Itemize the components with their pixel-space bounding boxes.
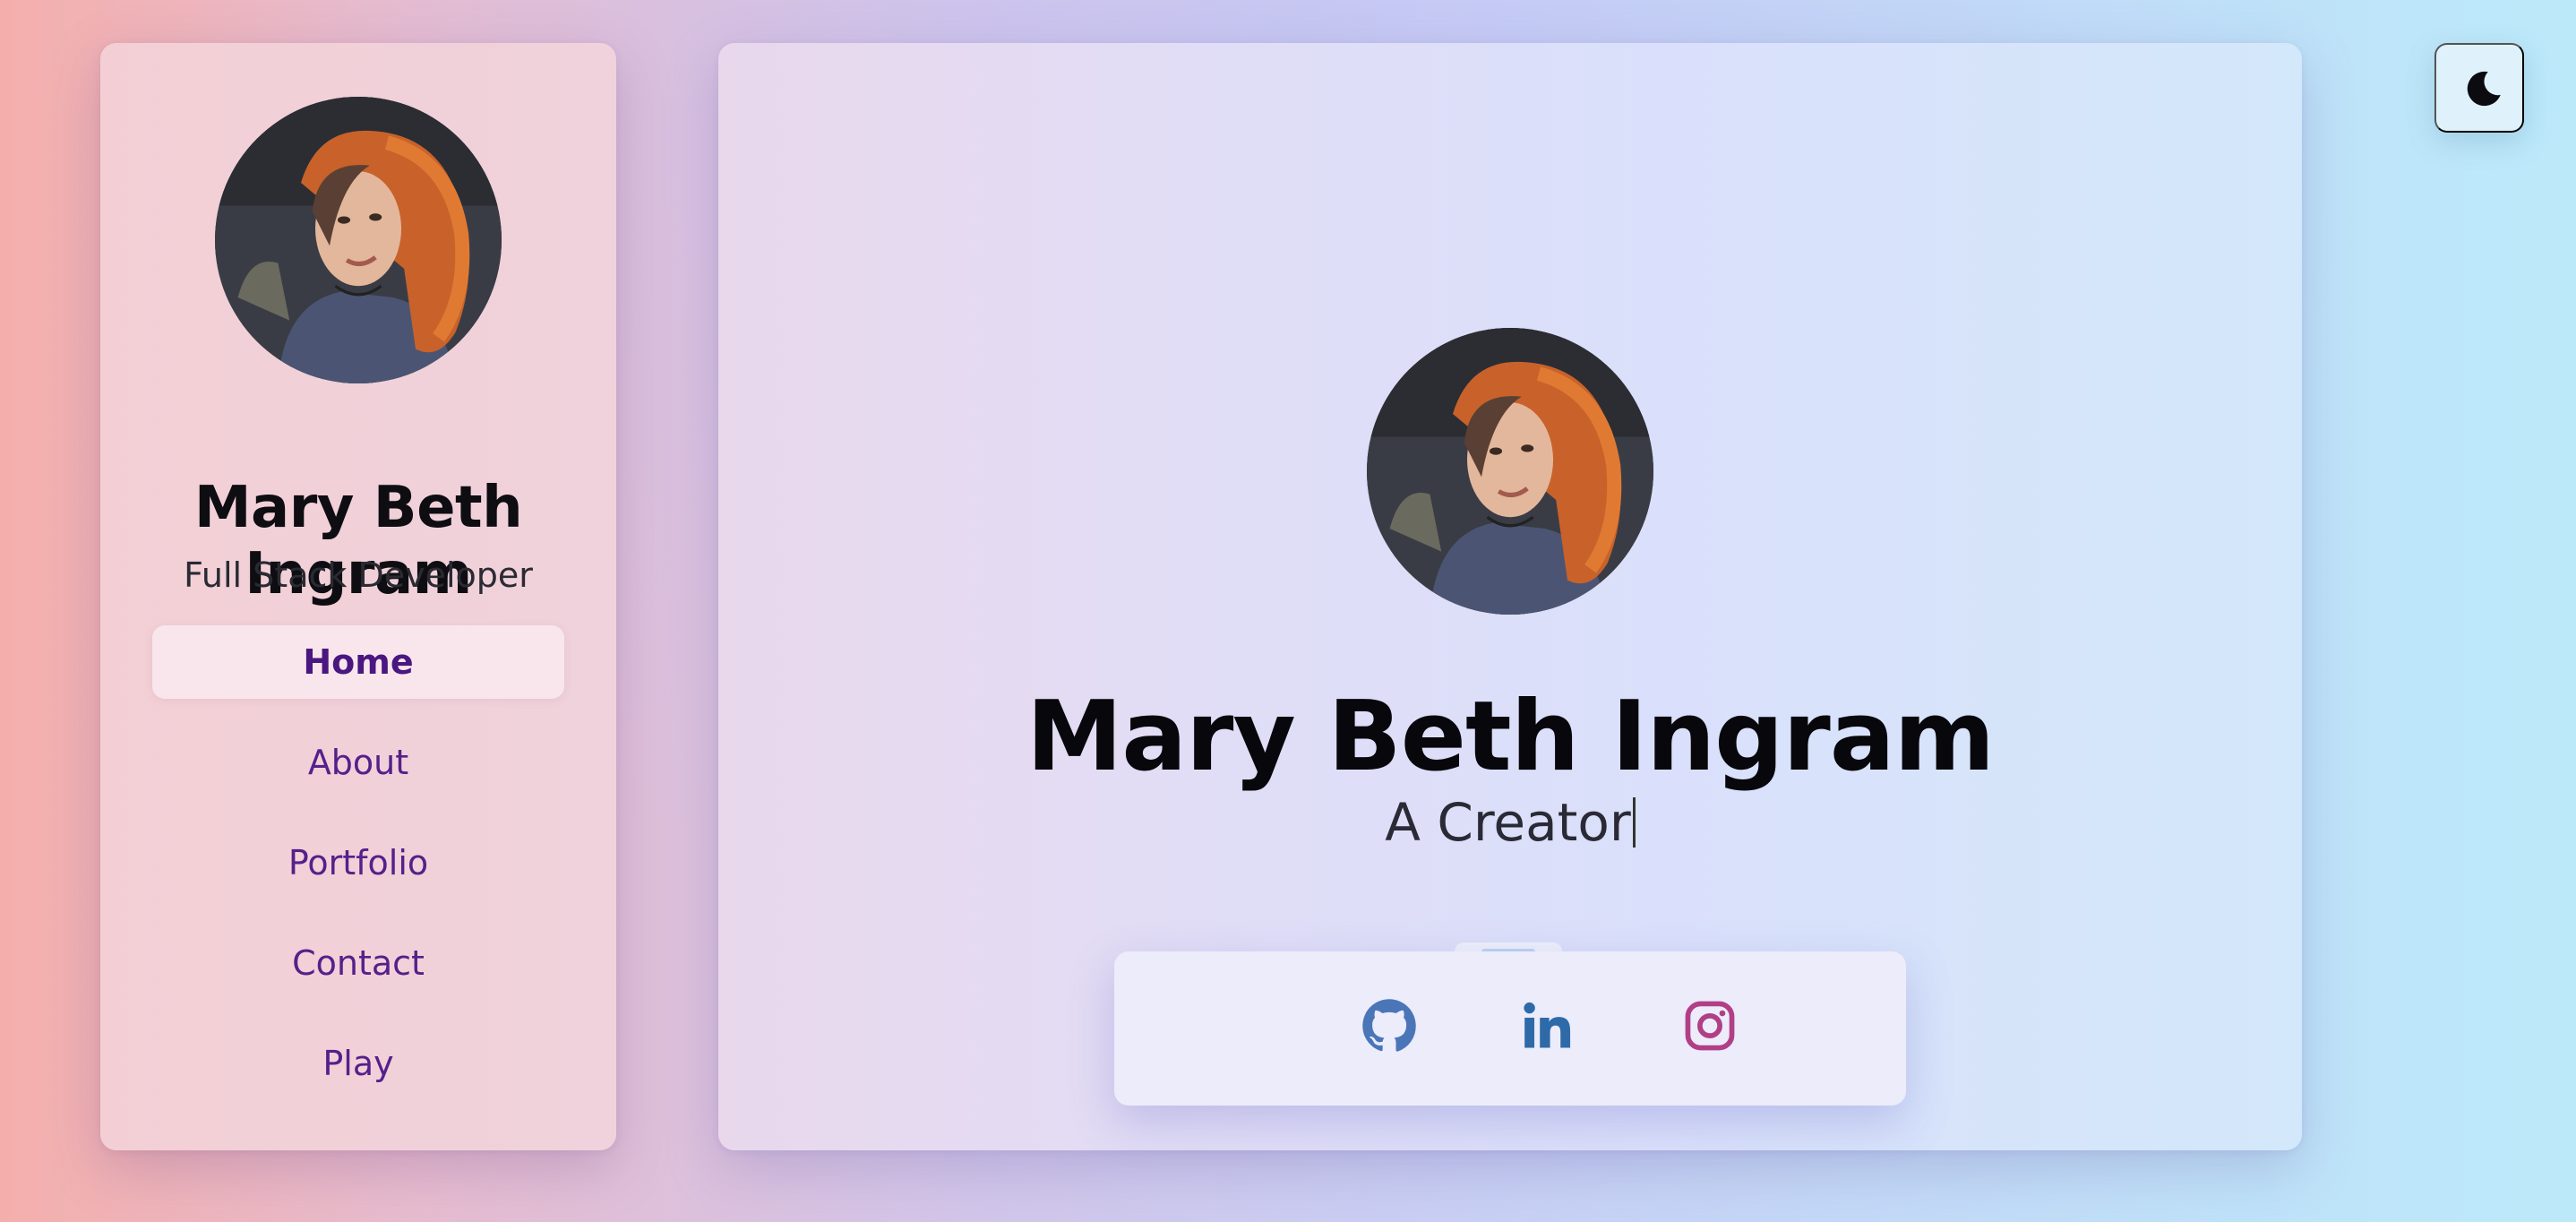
sidebar-avatar bbox=[215, 97, 502, 383]
sidebar-nav: Home About Portfolio Contact Play bbox=[152, 625, 564, 1127]
typing-cursor bbox=[1632, 797, 1636, 848]
github-icon[interactable] bbox=[1361, 998, 1417, 1054]
nav-item-play[interactable]: Play bbox=[152, 1027, 564, 1100]
typed-text: A Creator bbox=[1385, 792, 1631, 853]
hero-tagline: A Creator bbox=[718, 792, 2302, 853]
nav-item-home[interactable]: Home bbox=[152, 625, 564, 699]
linkedin-icon[interactable] bbox=[1520, 998, 1576, 1054]
sidebar-role: Full Stack Developer bbox=[184, 555, 533, 595]
profile-photo bbox=[1367, 328, 1653, 615]
theme-toggle-button[interactable] bbox=[2434, 43, 2524, 133]
social-links-card bbox=[1114, 951, 1906, 1106]
moon-icon bbox=[2467, 71, 2501, 107]
hero-name: Mary Beth Ingram bbox=[1026, 681, 1995, 793]
hero-avatar bbox=[1367, 328, 1653, 615]
nav-item-contact[interactable]: Contact bbox=[152, 926, 564, 1000]
sidebar: Mary Beth Ingram Full Stack Developer Ho… bbox=[100, 43, 616, 1150]
nav-item-portfolio[interactable]: Portfolio bbox=[152, 826, 564, 899]
instagram-icon[interactable] bbox=[1682, 998, 1738, 1054]
hero-card: Mary Beth Ingram A Creator bbox=[718, 43, 2302, 1150]
nav-item-about[interactable]: About bbox=[152, 726, 564, 799]
profile-photo bbox=[215, 97, 502, 383]
